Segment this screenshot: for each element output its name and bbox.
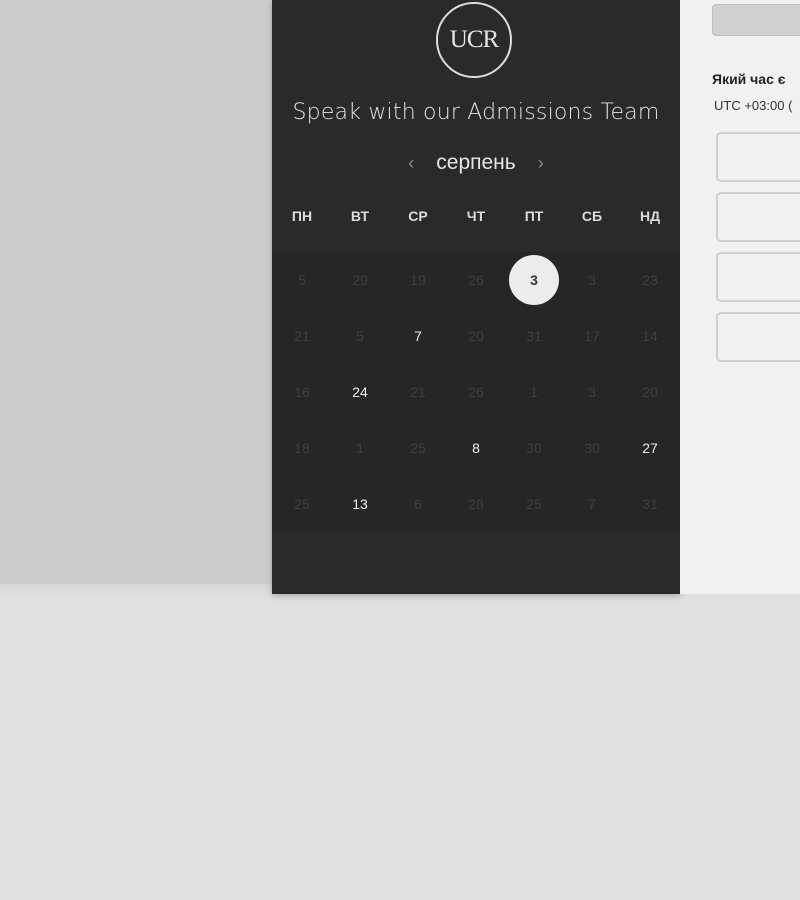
day-number: 1 <box>356 440 364 456</box>
next-month-icon[interactable]: › <box>530 153 552 174</box>
day-number: 14 <box>642 328 658 344</box>
day-number: 3 <box>588 384 596 400</box>
day-number: 3 <box>588 272 596 288</box>
calendar-day[interactable]: 7 <box>389 308 447 364</box>
weekday-mon: ПН <box>291 208 313 224</box>
calendar-day: 19 <box>389 252 447 308</box>
prev-month-icon[interactable]: ‹ <box>400 153 422 174</box>
right-panel: Який час є UTC +03:00 ( <box>680 0 800 594</box>
weekday-fri: ПТ <box>524 208 544 224</box>
day-number: 13 <box>352 496 368 512</box>
day-number: 19 <box>410 272 426 288</box>
top-input-field[interactable] <box>712 4 800 36</box>
day-number: 5 <box>298 272 306 288</box>
day-number: 6 <box>414 496 422 512</box>
day-number: 26 <box>468 384 484 400</box>
weekday-wed: СР <box>408 208 428 224</box>
calendar-day: 31 <box>505 308 563 364</box>
calendar-day: 20 <box>447 308 505 364</box>
calendar-day: 3 <box>563 364 621 420</box>
day-number: 30 <box>526 440 542 456</box>
day-number: 26 <box>468 272 484 288</box>
day-number: 7 <box>414 328 422 344</box>
weekday-tue: ВТ <box>350 208 370 224</box>
calendar-day[interactable]: 24 <box>331 364 389 420</box>
calendar-day: 1 <box>331 420 389 476</box>
day-number: 21 <box>410 384 426 400</box>
calendar-day: 30 <box>563 420 621 476</box>
day-number: 1 <box>530 384 538 400</box>
day-number: 23 <box>642 272 658 288</box>
calendar-day: 5 <box>331 308 389 364</box>
day-number: 31 <box>642 496 658 512</box>
day-number: 20 <box>642 384 658 400</box>
day-number: 16 <box>294 384 310 400</box>
calendar-day: 7 <box>563 476 621 532</box>
left-panel-shadow <box>0 584 272 596</box>
time-slot-button[interactable] <box>716 312 800 362</box>
calendar-day: 25 <box>273 476 331 532</box>
weekday-sat: СБ <box>581 208 603 224</box>
day-number: 21 <box>294 328 310 344</box>
day-number: 5 <box>356 328 364 344</box>
calendar-day: 23 <box>621 252 679 308</box>
day-number: 27 <box>642 440 658 456</box>
calendar-day: 25 <box>505 476 563 532</box>
calendar-day[interactable]: 13 <box>331 476 389 532</box>
calendar-day: 16 <box>273 364 331 420</box>
booking-card: UCR Speak with our Admissions Team ‹ сер… <box>272 0 680 594</box>
month-navigation: ‹ серпень › <box>272 148 680 178</box>
ucr-logo: UCR <box>436 2 512 78</box>
time-slot-button[interactable] <box>716 192 800 242</box>
calendar-day-selected[interactable]: 3 <box>505 252 563 308</box>
calendar-day: 3 <box>563 252 621 308</box>
calendar-day: 21 <box>273 308 331 364</box>
card-title: Speak with our Admissions Team <box>292 100 660 125</box>
day-number: 18 <box>294 440 310 456</box>
day-number: 3 <box>530 272 538 288</box>
calendar-day: 28 <box>447 476 505 532</box>
day-number: 8 <box>472 440 480 456</box>
calendar-day: 6 <box>389 476 447 532</box>
timezone-question: Який час є <box>712 71 786 87</box>
time-slot-button[interactable] <box>716 132 800 182</box>
time-slot-button[interactable] <box>716 252 800 302</box>
calendar-grid: 5 29 19 26 3 3 23 21 5 7 20 31 17 14 16 24 21 26 1 3 20 18 1 25… <box>273 252 679 532</box>
day-number: 30 <box>584 440 600 456</box>
weekday-thu: ЧТ <box>466 208 486 224</box>
day-number: 29 <box>352 272 368 288</box>
day-number: 31 <box>526 328 542 344</box>
calendar-day: 29 <box>331 252 389 308</box>
calendar-day: 1 <box>505 364 563 420</box>
month-label: серпень <box>436 151 516 174</box>
calendar-day: 31 <box>621 476 679 532</box>
day-number: 25 <box>526 496 542 512</box>
day-number: 28 <box>468 496 484 512</box>
calendar-day: 20 <box>621 364 679 420</box>
calendar-day: 5 <box>273 252 331 308</box>
timezone-value[interactable]: UTC +03:00 ( <box>714 98 792 113</box>
day-number: 24 <box>352 384 368 400</box>
calendar-day: 14 <box>621 308 679 364</box>
calendar-day: 25 <box>389 420 447 476</box>
day-number: 17 <box>584 328 600 344</box>
calendar-day: 17 <box>563 308 621 364</box>
day-number: 25 <box>410 440 426 456</box>
calendar-day[interactable]: 8 <box>447 420 505 476</box>
weekday-header: ПН ВТ СР ЧТ ПТ СБ НД <box>273 208 679 224</box>
calendar-day[interactable]: 27 <box>621 420 679 476</box>
calendar-day: 18 <box>273 420 331 476</box>
calendar-day: 26 <box>447 252 505 308</box>
left-panel <box>0 0 272 584</box>
day-number: 20 <box>468 328 484 344</box>
calendar-day: 30 <box>505 420 563 476</box>
day-number: 25 <box>294 496 310 512</box>
calendar-day: 26 <box>447 364 505 420</box>
calendar-day: 21 <box>389 364 447 420</box>
day-number: 7 <box>588 496 596 512</box>
weekday-sun: НД <box>639 208 661 224</box>
logo-text: UCR <box>449 26 499 53</box>
